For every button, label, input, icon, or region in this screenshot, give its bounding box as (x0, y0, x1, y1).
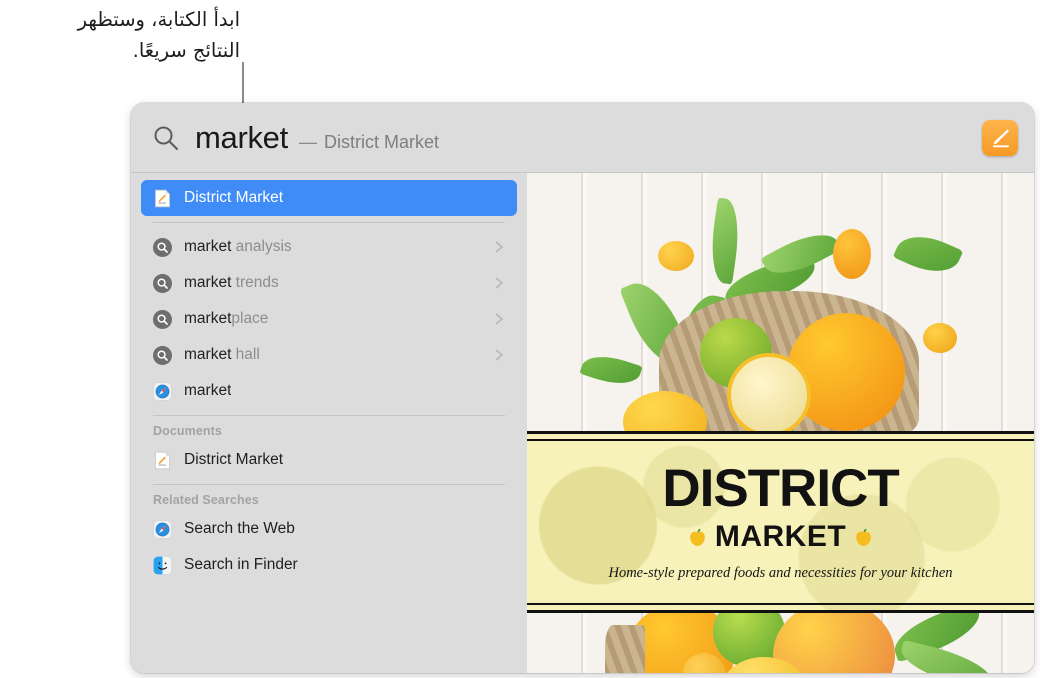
search-icon (153, 125, 179, 151)
search-completion-text: District Market (323, 131, 439, 152)
result-label-rest: place (231, 310, 269, 327)
result-row-top-hit[interactable]: District Market (141, 180, 517, 216)
section-header-related-searches: Related Searches (153, 493, 259, 507)
chevron-right-icon[interactable] (493, 239, 505, 255)
result-label-match: market (184, 310, 232, 327)
safari-icon (153, 381, 172, 401)
kumquat-graphic (658, 241, 694, 271)
banner-tagline: Home-style prepared foods and necessitie… (608, 565, 953, 581)
result-label-rest: analysis (231, 238, 292, 255)
search-circle-icon (153, 309, 172, 329)
result-label-match: market (184, 274, 232, 291)
chevron-right-icon[interactable] (493, 347, 505, 363)
apple-icon (689, 528, 706, 547)
pages-document-icon (153, 189, 172, 208)
document-preview: DISTRICT MARKET Home-style prepared food… (527, 173, 1034, 673)
spotlight-window: market — District Market District Market… (131, 103, 1034, 673)
result-label: Search the Web (184, 520, 295, 537)
results-list: District Market market analysis market t… (131, 173, 527, 673)
result-label: District Market (184, 451, 284, 468)
list-divider (153, 222, 505, 223)
result-label: market analysis (184, 238, 292, 256)
chevron-right-icon[interactable] (493, 275, 505, 291)
banner-subtitle-row: MARKET (689, 522, 872, 552)
result-row-suggestion-market-hall[interactable]: market hall (141, 337, 517, 373)
kumquat-slice-graphic (923, 323, 957, 353)
list-divider (153, 415, 505, 416)
safari-icon (153, 519, 172, 539)
result-label: marketplace (184, 310, 268, 328)
result-row-suggestion-market-web[interactable]: market (141, 373, 517, 409)
section-header-documents: Documents (153, 424, 222, 438)
banner-title: DISTRICT (662, 459, 899, 518)
result-label: market hall (184, 346, 260, 364)
result-row-suggestion-market-trends[interactable]: market trends (141, 265, 517, 301)
search-bar[interactable]: market — District Market (131, 103, 1034, 173)
preview-panel: DISTRICT MARKET Home-style prepared food… (527, 173, 1034, 673)
search-query-text: market (195, 119, 288, 155)
pages-document-icon (153, 451, 172, 470)
search-input[interactable]: market — District Market (195, 120, 972, 156)
pages-app-icon[interactable] (982, 119, 1018, 156)
finder-icon (153, 556, 172, 575)
result-row-suggestion-market-analysis[interactable]: market analysis (141, 229, 517, 265)
result-label-match: market (184, 382, 232, 399)
result-label-rest: hall (231, 346, 260, 363)
search-separator-dash: — (298, 131, 317, 152)
kumquat-graphic (833, 229, 871, 279)
result-label: market trends (184, 274, 279, 292)
result-row-search-the-web[interactable]: Search the Web (141, 511, 517, 547)
callout-annotation-text: ابدأ الكتابة، وستظهر النتائج سريعًا. (77, 8, 240, 62)
result-label: market (184, 382, 231, 400)
result-label: Search in Finder (184, 556, 298, 573)
banner-subtitle: MARKET (714, 520, 847, 553)
document-banner: DISTRICT MARKET Home-style prepared food… (527, 431, 1034, 613)
list-divider (153, 484, 505, 485)
result-label: District Market (184, 189, 284, 206)
result-row-document-district-market[interactable]: District Market (141, 442, 517, 478)
result-label-rest: trends (231, 274, 279, 291)
search-circle-icon (153, 273, 172, 293)
search-circle-icon (153, 345, 172, 365)
result-label-match: market (184, 238, 232, 255)
search-circle-icon (153, 237, 172, 257)
lemon-half-graphic (727, 353, 811, 437)
chevron-right-icon[interactable] (493, 311, 505, 327)
result-label-match: market (184, 346, 232, 363)
result-row-suggestion-marketplace[interactable]: marketplace (141, 301, 517, 337)
apple-icon (855, 528, 872, 547)
basket-graphic (605, 625, 645, 673)
window-body: District Market market analysis market t… (131, 173, 1034, 673)
result-row-search-in-finder[interactable]: Search in Finder (141, 547, 517, 583)
